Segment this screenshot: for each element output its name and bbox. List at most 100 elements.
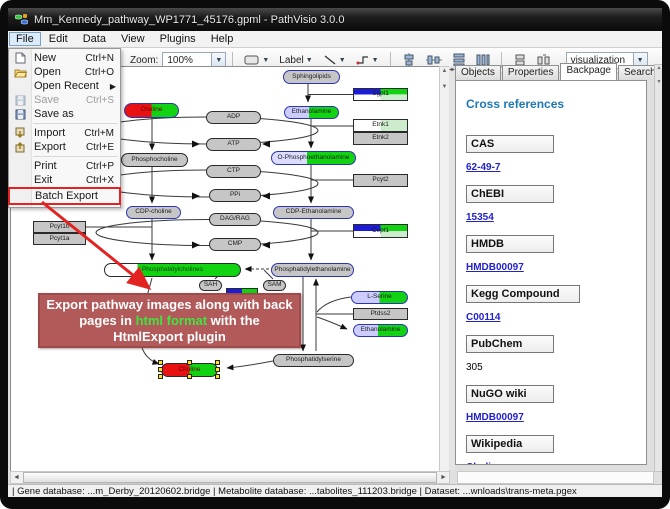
pathway-node-ptdss2[interactable]: Ptdss2 bbox=[353, 308, 408, 320]
selection-handle[interactable] bbox=[215, 374, 220, 379]
pathway-node-atp[interactable]: ATP bbox=[206, 138, 261, 151]
xref-source-name: ChEBI bbox=[466, 185, 554, 203]
selection-handle[interactable] bbox=[187, 374, 192, 379]
menu-item-new[interactable]: NewCtrl+N bbox=[9, 51, 120, 65]
pathway-node-sah[interactable]: SAH bbox=[199, 280, 222, 291]
pathway-node-sgpl1[interactable]: Sgpl1 bbox=[353, 88, 408, 101]
menu-item-label: Import bbox=[31, 127, 84, 139]
pathway-node-phosphatidylethanolamine[interactable]: Phosphatidylethanolamine bbox=[271, 263, 354, 277]
tab-backpage[interactable]: Backpage bbox=[560, 63, 616, 80]
pathway-node-sphingolipids[interactable]: Sphingolipids bbox=[283, 70, 340, 84]
pathway-node-etnk1[interactable]: Etnk1 bbox=[353, 119, 408, 132]
pathway-node-o-phosphoethanolamine[interactable]: O-Phosphoethanolamine bbox=[271, 151, 356, 165]
side-panel-scrollbar[interactable]: ▲▼ bbox=[654, 64, 662, 472]
status-text: | Gene database: ...m_Derby_20120602.bri… bbox=[12, 486, 577, 497]
menu-item-batch-export[interactable]: Batch Export bbox=[8, 187, 121, 205]
menu-item-open-recent[interactable]: Open Recent▶ bbox=[9, 79, 120, 93]
align-center-y-icon bbox=[426, 53, 442, 67]
pathway-node-ctp[interactable]: CTP bbox=[206, 165, 261, 178]
xref-section-chebi: ChEBI 15354 bbox=[466, 185, 646, 235]
pathway-node-ethanolamine[interactable]: Ethanolamine bbox=[353, 324, 408, 337]
pathway-node-pcyt1a[interactable]: Pcyt1a bbox=[33, 233, 86, 245]
xref-link[interactable]: 15354 bbox=[466, 212, 494, 223]
menu-item-label: Print bbox=[31, 160, 86, 172]
menu-item-shortcut: Ctrl+P bbox=[86, 161, 120, 172]
menubar-item-help[interactable]: Help bbox=[204, 32, 241, 46]
xref-section-wikipedia: WikipediaCholine bbox=[466, 435, 646, 465]
menu-item-export[interactable]: ExportCtrl+E bbox=[9, 140, 120, 154]
menu-item-save[interactable]: SaveCtrl+S bbox=[9, 93, 120, 107]
pathway-node-sam[interactable]: SAM bbox=[263, 280, 286, 291]
menubar-item-view[interactable]: View bbox=[114, 32, 152, 46]
xref-link[interactable]: C00114 bbox=[466, 312, 500, 323]
menu-item-import[interactable]: ImportCtrl+M bbox=[9, 126, 120, 140]
window-title: Mm_Kennedy_pathway_WP1771_45176.gpml - P… bbox=[34, 14, 344, 26]
pathway-node-phosphatidylserine[interactable]: Phosphatidylserine bbox=[273, 354, 354, 367]
xref-link[interactable]: Choline bbox=[466, 462, 503, 465]
menu-item-open[interactable]: OpenCtrl+O bbox=[9, 65, 120, 79]
floppy-icon bbox=[9, 95, 31, 106]
xref-link[interactable]: HMDB00097 bbox=[466, 412, 524, 423]
pathway-node-phosphatidylcholines[interactable]: Phosphatidylcholines bbox=[104, 263, 241, 277]
title-bar: Mm_Kennedy_pathway_WP1771_45176.gpml - P… bbox=[8, 8, 662, 31]
menubar-item-data[interactable]: Data bbox=[76, 32, 113, 46]
xref-link[interactable]: 62-49-7 bbox=[466, 162, 500, 173]
cross-references-heading: Cross references bbox=[466, 97, 646, 111]
floppy-icon bbox=[9, 109, 31, 120]
pathway-node-l-serine[interactable]: L-Serine bbox=[351, 291, 408, 304]
label-tool-text: Label bbox=[279, 55, 303, 66]
menu-item-save-as[interactable]: Save as bbox=[9, 107, 120, 121]
selection-handle[interactable] bbox=[158, 367, 163, 372]
pathway-node-choline[interactable]: Choline bbox=[124, 103, 179, 118]
xref-link[interactable]: HMDB00097 bbox=[466, 262, 524, 273]
pathway-node-adp[interactable]: ADP bbox=[206, 111, 261, 124]
selection-handle[interactable] bbox=[215, 367, 220, 372]
pathway-node-dag-rag[interactable]: DAG/RAG bbox=[209, 213, 261, 226]
selection-handle[interactable] bbox=[187, 360, 192, 365]
menu-item-print[interactable]: PrintCtrl+P bbox=[9, 159, 120, 173]
pathway-node-pcyt1b[interactable]: Pcyt1b bbox=[33, 221, 86, 233]
selection-handle[interactable] bbox=[158, 374, 163, 379]
xref-value: 305 bbox=[466, 362, 483, 373]
menu-item-label: Batch Export bbox=[32, 190, 119, 202]
pathway-node-ppi[interactable]: PPi bbox=[209, 189, 261, 202]
scrollbar-thumb[interactable] bbox=[23, 472, 437, 483]
scroll-left-icon[interactable]: ◄ bbox=[11, 474, 22, 481]
pathway-node-phosphocholine[interactable]: Phosphocholine bbox=[121, 153, 188, 167]
pathway-node-cmp[interactable]: CMP bbox=[209, 238, 261, 251]
menubar-item-plugins[interactable]: Plugins bbox=[153, 32, 203, 46]
menu-item-label: Save as bbox=[31, 108, 120, 120]
menu-separator bbox=[33, 156, 118, 157]
menubar-item-file[interactable]: File bbox=[9, 32, 41, 46]
annotation-callout: Export pathway images along with back pa… bbox=[38, 293, 301, 348]
side-panel-horizontal-scrollbar[interactable] bbox=[457, 471, 654, 484]
callout-line1: Export pathway images along with back bbox=[40, 297, 299, 313]
pathway-node-cept1[interactable]: Cept1 bbox=[353, 224, 408, 238]
pathvisio-window: Mm_Kennedy_pathway_WP1771_45176.gpml - P… bbox=[8, 8, 662, 497]
canvas-horizontal-scrollbar[interactable]: ◄ ► bbox=[10, 471, 450, 484]
pathway-node-cdp-ethanolamine[interactable]: CDP-Ethanolamine bbox=[273, 206, 354, 219]
pathway-node-cdp-choline[interactable]: CDP-choline bbox=[126, 206, 181, 219]
pathway-node-ethanolamine[interactable]: Ethanolamine bbox=[284, 106, 339, 119]
tab-properties[interactable]: Properties bbox=[502, 65, 560, 80]
callout-line3: HtmlExport plugin bbox=[40, 329, 299, 345]
xref-section-hmdb: HMDBHMDB00097 bbox=[466, 235, 646, 285]
selection-handle[interactable] bbox=[158, 360, 163, 365]
pathway-node-pcyt2[interactable]: Pcyt2 bbox=[353, 174, 408, 187]
menu-item-exit[interactable]: ExitCtrl+X bbox=[9, 173, 120, 187]
zoom-label: Zoom: bbox=[130, 55, 158, 66]
tab-objects[interactable]: Objects bbox=[455, 65, 501, 80]
menu-item-shortcut: Ctrl+M bbox=[84, 128, 120, 139]
selection-handle[interactable] bbox=[215, 360, 220, 365]
pathway-node-etnk2[interactable]: Etnk2 bbox=[353, 132, 408, 145]
xref-section-pubchem: PubChem305 bbox=[466, 335, 646, 385]
file-menu-dropdown: NewCtrl+NOpenCtrl+OOpen Recent▶SaveCtrl+… bbox=[8, 48, 121, 208]
status-bar: | Gene database: ...m_Derby_20120602.bri… bbox=[8, 484, 662, 497]
scroll-right-icon[interactable]: ► bbox=[438, 474, 449, 481]
xref-source-name: CAS bbox=[466, 135, 554, 153]
menubar-item-edit[interactable]: Edit bbox=[42, 32, 75, 46]
menu-item-shortcut: Ctrl+E bbox=[86, 142, 120, 153]
menu-item-shortcut: Ctrl+O bbox=[85, 67, 120, 78]
submenu-arrow-icon: ▶ bbox=[110, 82, 120, 91]
align-center-x-icon bbox=[402, 53, 416, 67]
